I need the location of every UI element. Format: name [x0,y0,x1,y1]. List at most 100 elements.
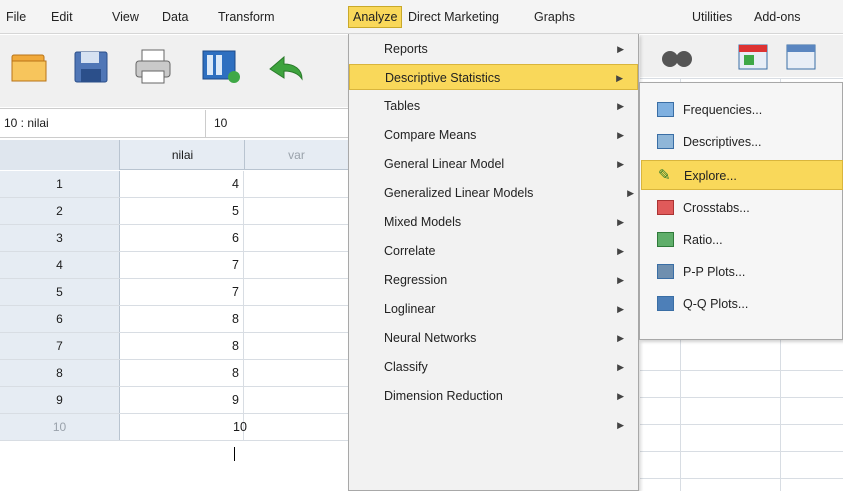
cell-nilai[interactable]: 5 [121,198,244,224]
cell-nilai[interactable]: 7 [121,252,244,278]
grid-corner[interactable] [0,140,120,170]
menu-direct-marketing[interactable]: Direct Marketing [404,7,503,27]
menu-item-neural-networks[interactable]: Neural Networks ▶ [349,325,638,351]
menu-add-ons[interactable]: Add-ons [750,7,805,27]
undo-icon[interactable] [264,49,308,85]
cell-var[interactable] [245,198,348,224]
menu-file[interactable]: File [2,7,30,27]
menu-item-ratio[interactable]: Ratio... [641,225,843,255]
menu-item-frequencies[interactable]: Frequencies... [641,95,843,125]
menu-item-mixed-models[interactable]: Mixed Models ▶ [349,209,638,235]
cell-nilai[interactable]: 4 [121,171,244,197]
row-number[interactable]: 4 [0,252,120,278]
table-row: 6 8 [0,306,348,333]
submenu-arrow-icon: ▶ [617,275,624,285]
cell-nilai[interactable]: 8 [121,306,244,332]
cell-reference: 10 : nilai [4,116,49,130]
text-caret [234,446,235,461]
menu-item-label: Frequencies... [683,103,763,117]
qq-plots-icon [657,296,674,311]
menu-utilities[interactable]: Utilities [688,7,736,27]
grid-line [640,370,843,371]
menu-item-crosstabs[interactable]: Crosstabs... [641,193,843,223]
cell-var[interactable] [245,360,348,386]
menu-transform[interactable]: Transform [214,7,279,27]
grid-header: nilai var [0,140,348,170]
grid-line [640,424,843,425]
submenu-arrow-icon: ▶ [617,217,624,227]
menu-item-classify[interactable]: Classify ▶ [349,354,638,380]
table-row: 5 7 [0,279,348,306]
menu-bar: File Edit View Data Transform Analyze Di… [0,0,843,34]
print-icon[interactable] [132,47,176,87]
menu-item-label: Regression [384,273,448,287]
cell-nilai[interactable]: 8 [121,333,244,359]
menu-item-general-linear-model[interactable]: General Linear Model ▶ [349,151,638,177]
menu-item-compare-means[interactable]: Compare Means ▶ [349,122,638,148]
cell-var[interactable] [245,414,348,440]
row-number[interactable]: 10 [0,414,120,440]
table-row: 3 6 [0,225,348,252]
cell-value-field[interactable]: 10 [205,110,348,137]
menu-item-generalized-linear-models[interactable]: Generalized Linear Models ▶ [349,180,638,206]
table-row: 9 9 [0,387,348,414]
find-icon[interactable] [660,43,694,71]
row-number[interactable]: 1 [0,171,120,197]
cell-var[interactable] [245,171,348,197]
cell-var[interactable] [245,279,348,305]
menu-item-tables[interactable]: Tables ▶ [349,93,638,119]
column-header-var[interactable]: var [245,140,348,170]
table-row: 10 10 [0,414,348,461]
cell-var[interactable] [245,306,348,332]
menu-view[interactable]: View [108,7,143,27]
menu-item-loglinear[interactable]: Loglinear ▶ [349,296,638,322]
row-number[interactable]: 2 [0,198,120,224]
menu-graphs[interactable]: Graphs [530,7,579,27]
menu-item-qq-plots[interactable]: Q-Q Plots... [641,289,843,319]
menu-item-explore[interactable]: ✎ Explore... [641,160,843,190]
insert-cases-icon[interactable] [736,41,770,71]
column-header-nilai[interactable]: nilai [121,140,245,170]
menu-item-pp-plots[interactable]: P-P Plots... [641,257,843,287]
menu-item-descriptive-statistics[interactable]: Descriptive Statistics ▶ [349,64,638,90]
save-icon[interactable] [72,49,112,85]
menu-edit[interactable]: Edit [47,7,77,27]
cell-var[interactable] [245,225,348,251]
descriptives-icon [657,134,674,149]
cell-nilai[interactable]: 6 [121,225,244,251]
menu-item-reports[interactable]: Reports ▶ [349,36,638,62]
insert-variable-icon[interactable] [784,41,818,71]
cell-nilai[interactable]: 9 [121,387,244,413]
recall-dialog-icon[interactable] [200,47,244,87]
submenu-arrow-icon: ▶ [617,246,624,256]
row-number[interactable]: 7 [0,333,120,359]
row-number[interactable]: 3 [0,225,120,251]
cell-nilai[interactable]: 8 [121,360,244,386]
table-row: 2 5 [0,198,348,225]
row-number[interactable]: 6 [0,306,120,332]
row-number[interactable]: 8 [0,360,120,386]
menu-data[interactable]: Data [158,7,192,27]
cell-var[interactable] [245,252,348,278]
grid-line [640,78,843,79]
row-number[interactable]: 5 [0,279,120,305]
cell-var[interactable] [245,387,348,413]
cell-var[interactable] [245,333,348,359]
row-number[interactable]: 9 [0,387,120,413]
submenu-arrow-icon: ▶ [627,188,634,198]
menu-analyze[interactable]: Analyze [348,6,403,28]
menu-item-label: Classify [384,360,428,374]
menu-item-dimension-reduction[interactable]: Dimension Reduction ▶ [349,383,638,409]
cell-nilai[interactable]: 7 [121,279,244,305]
cell-nilai-editing[interactable]: 10 [121,414,247,461]
menu-item-label: Explore... [684,169,737,183]
menu-item-correlate[interactable]: Correlate ▶ [349,238,638,264]
grid-line [640,478,843,479]
cell-editor-bar: 10 : nilai 10 [0,108,348,138]
open-folder-icon[interactable] [10,49,50,85]
menu-item-regression[interactable]: Regression ▶ [349,267,638,293]
menu-item-descriptives[interactable]: Descriptives... [641,127,843,157]
submenu-arrow-icon: ▶ [617,362,624,372]
frequencies-icon [657,102,674,117]
crosstabs-icon [657,200,674,215]
